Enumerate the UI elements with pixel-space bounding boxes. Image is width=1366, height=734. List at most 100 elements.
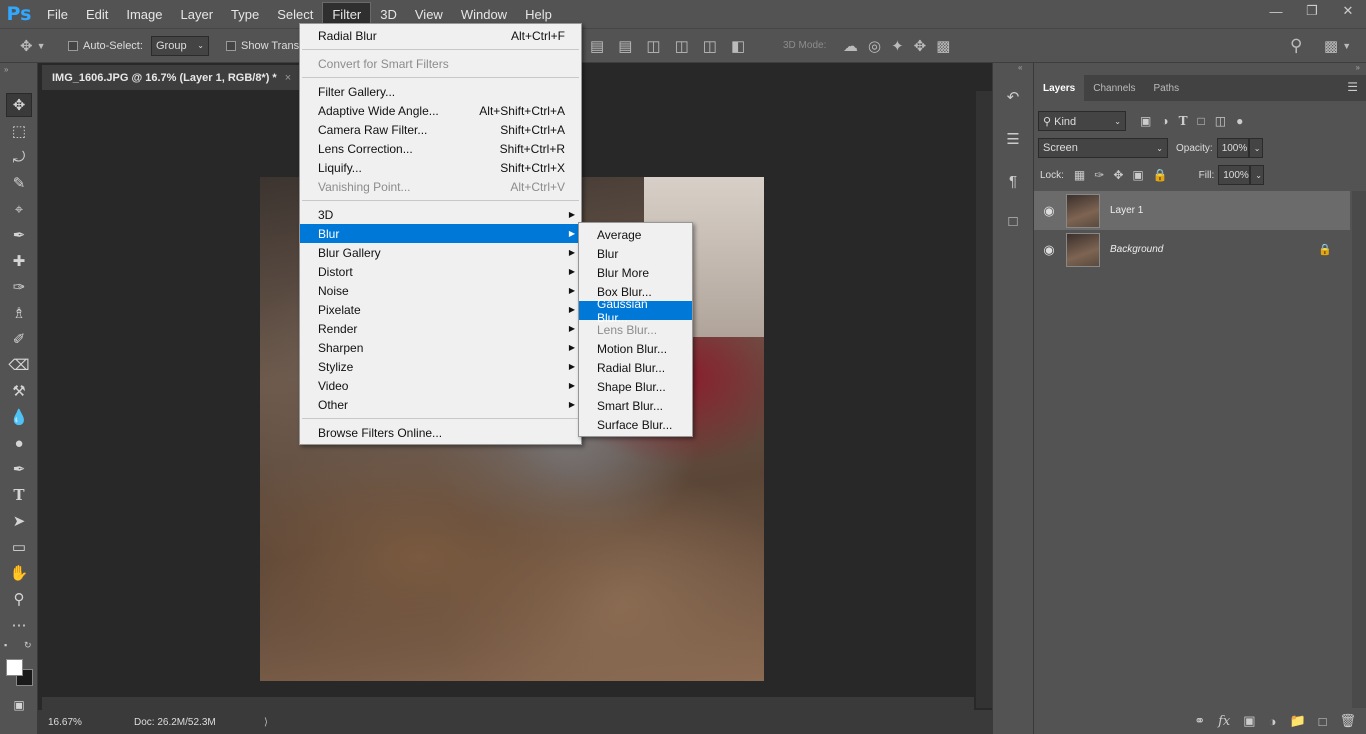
foreground-color-swatch[interactable] xyxy=(6,659,23,676)
layer-row-background[interactable]: ◉ Background 🔒 xyxy=(1034,230,1350,269)
link-layers-icon[interactable]: ⚭ xyxy=(1194,713,1205,729)
history-brush-tool-icon[interactable]: ✐ xyxy=(6,327,32,351)
eraser-tool-icon[interactable]: ⌫ xyxy=(6,353,32,377)
filter-menu-item-lens-correction[interactable]: Lens Correction... Shift+Ctrl+R xyxy=(300,139,581,158)
eye-icon[interactable]: ◉ xyxy=(1034,242,1064,258)
pen-tool-icon[interactable]: ✒ xyxy=(6,457,32,481)
filter-menu-item-3d[interactable]: 3D ▶ xyxy=(300,205,581,224)
workspace-switcher[interactable]: ▩ ▼ xyxy=(1324,29,1351,62)
rectangle-tool-icon[interactable]: ▭ xyxy=(6,535,32,559)
auto-select-checkbox[interactable] xyxy=(68,40,78,51)
quick-mask-icon[interactable]: ▣ xyxy=(6,693,32,717)
filter-menu-item-sharpen[interactable]: Sharpen ▶ xyxy=(300,338,581,357)
delete-layer-icon[interactable]: 🗑 xyxy=(1339,713,1356,729)
blur-menu-item-average[interactable]: Average xyxy=(579,225,692,244)
new-layer-icon[interactable]: □ xyxy=(1319,714,1327,729)
layer-row-layer-1[interactable]: ◉ Layer 1 xyxy=(1034,191,1350,230)
filter-kind-dropdown[interactable]: ⚲ Kind ⌄ xyxy=(1038,111,1126,131)
fill-field[interactable]: 100% xyxy=(1218,165,1251,185)
orbit-3d-icon[interactable]: ☁ xyxy=(843,37,858,55)
close-icon[interactable]: × xyxy=(285,72,291,84)
blur-menu-item-blur[interactable]: Blur xyxy=(579,244,692,263)
more-tools-icon[interactable]: ⋯ xyxy=(6,613,32,637)
pixel-layer-filter-icon[interactable]: ▣ xyxy=(1140,114,1151,128)
tab-paths[interactable]: Paths xyxy=(1145,75,1189,101)
filter-menu-item-pixelate[interactable]: Pixelate ▶ xyxy=(300,300,581,319)
filter-menu-item-blur-gallery[interactable]: Blur Gallery ▶ xyxy=(300,243,581,262)
align-horizontal-center-icon[interactable]: ◫ xyxy=(675,37,689,55)
blur-menu-item-radial-blur[interactable]: Radial Blur... xyxy=(579,358,692,377)
menu-layer[interactable]: Layer xyxy=(172,2,223,26)
lock-artboard-icon[interactable]: ▣ xyxy=(1132,168,1143,182)
pan-3d-icon[interactable]: ✦ xyxy=(891,37,904,55)
filter-menu-item-render[interactable]: Render ▶ xyxy=(300,319,581,338)
smart-object-filter-icon[interactable]: ◫ xyxy=(1215,114,1226,128)
filter-menu-item-liquify[interactable]: Liquify... Shift+Ctrl+X xyxy=(300,158,581,177)
menu-file[interactable]: File xyxy=(38,2,77,26)
lasso-tool-icon[interactable]: ⤾ xyxy=(6,145,32,169)
hand-tool-icon[interactable]: ✋ xyxy=(6,561,32,585)
blend-mode-dropdown[interactable]: Screen ⌄ xyxy=(1038,138,1168,158)
3d-panel-icon[interactable]: □ xyxy=(999,207,1027,235)
type-tool-icon[interactable]: T xyxy=(6,483,32,507)
align-right-icon[interactable]: ◫ xyxy=(703,37,717,55)
filter-menu-item-video[interactable]: Video ▶ xyxy=(300,376,581,395)
type-layer-filter-icon[interactable]: T xyxy=(1179,114,1188,128)
filter-menu-item-stylize[interactable]: Stylize ▶ xyxy=(300,357,581,376)
default-colors-icon[interactable]: ▪ xyxy=(4,640,7,650)
zoom-level[interactable]: 16.67% xyxy=(38,717,108,728)
path-selection-tool-icon[interactable]: ➤ xyxy=(6,509,32,533)
lock-image-icon[interactable]: ✑ xyxy=(1094,168,1104,182)
slide-3d-icon[interactable]: ✥ xyxy=(914,37,927,55)
filter-toggle-icon[interactable]: ● xyxy=(1236,114,1243,128)
character-panel-icon[interactable]: ¶ xyxy=(999,167,1027,195)
blur-menu-item-blur-more[interactable]: Blur More xyxy=(579,263,692,282)
blur-tool-icon[interactable]: 💧 xyxy=(6,405,32,429)
adjustment-layer-filter-icon[interactable]: ◑ xyxy=(1161,114,1168,128)
scale-3d-icon[interactable]: ▩ xyxy=(936,37,950,55)
eye-icon[interactable]: ◉ xyxy=(1034,203,1064,219)
menu-type[interactable]: Type xyxy=(222,2,268,26)
clone-stamp-tool-icon[interactable]: ♗ xyxy=(6,301,32,325)
filter-menu-item-adaptive-wide-angle[interactable]: Adaptive Wide Angle... Alt+Shift+Ctrl+A xyxy=(300,101,581,120)
align-left-icon[interactable]: ◫ xyxy=(646,37,660,55)
history-panel-icon[interactable]: ↶ xyxy=(999,83,1027,111)
blur-menu-item-shape-blur[interactable]: Shape Blur... xyxy=(579,377,692,396)
auto-select-dropdown[interactable]: Group ⌄ xyxy=(151,35,209,56)
new-group-icon[interactable]: 📁 xyxy=(1289,713,1305,729)
horizontal-scrollbar[interactable] xyxy=(42,697,974,710)
layers-scrollbar[interactable] xyxy=(1352,191,1366,708)
chevron-right-icon[interactable]: ⟩ xyxy=(264,717,268,728)
brush-tool-icon[interactable]: ✑ xyxy=(6,275,32,299)
filter-menu-item-camera-raw-filter[interactable]: Camera Raw Filter... Shift+Ctrl+A xyxy=(300,120,581,139)
move-tool-preset[interactable]: ✥ ▼ xyxy=(20,29,46,62)
blur-menu-item-motion-blur[interactable]: Motion Blur... xyxy=(579,339,692,358)
lock-transparent-icon[interactable]: ▦ xyxy=(1074,168,1085,182)
dodge-tool-icon[interactable]: ● xyxy=(6,431,32,455)
opacity-dropdown[interactable]: ⌄ xyxy=(1248,138,1263,158)
collapse-icon[interactable]: » xyxy=(4,65,8,74)
show-transform-checkbox[interactable] xyxy=(226,40,236,51)
menu-image[interactable]: Image xyxy=(117,2,171,26)
search-button[interactable]: ⚲ xyxy=(1290,29,1302,62)
blur-menu-item-gaussian-blur[interactable]: Gaussian Blur... xyxy=(579,297,692,325)
healing-brush-tool-icon[interactable]: ✚ xyxy=(6,249,32,273)
document-tab[interactable]: IMG_1606.JPG @ 16.7% (Layer 1, RGB/8*) *… xyxy=(42,65,302,90)
menu-edit[interactable]: Edit xyxy=(77,2,117,26)
filter-menu-item-browse-filters-online[interactable]: Browse Filters Online... xyxy=(300,423,581,442)
filter-menu-item-blur[interactable]: Blur ▶ xyxy=(300,224,581,243)
layer-style-icon[interactable]: fx xyxy=(1218,714,1230,729)
adjustment-layer-icon[interactable]: ◑ xyxy=(1269,714,1277,729)
filter-menu-item-other[interactable]: Other ▶ xyxy=(300,395,581,414)
shape-layer-filter-icon[interactable]: □ xyxy=(1198,114,1205,128)
collapse-icon[interactable]: » xyxy=(1356,63,1360,72)
move-tool-icon[interactable]: ✥ xyxy=(6,93,32,117)
filter-menu-item-distort[interactable]: Distort ▶ xyxy=(300,262,581,281)
crop-tool-icon[interactable]: ⌖ xyxy=(6,197,32,221)
quick-select-tool-icon[interactable]: ✎ xyxy=(6,171,32,195)
tab-layers[interactable]: Layers xyxy=(1034,75,1085,101)
filter-menu-item-noise[interactable]: Noise ▶ xyxy=(300,281,581,300)
add-mask-icon[interactable]: ▣ xyxy=(1243,713,1255,729)
filter-menu-item-radial-blur[interactable]: Radial Blur Alt+Ctrl+F xyxy=(300,26,581,45)
lock-position-icon[interactable]: ✥ xyxy=(1113,168,1123,182)
